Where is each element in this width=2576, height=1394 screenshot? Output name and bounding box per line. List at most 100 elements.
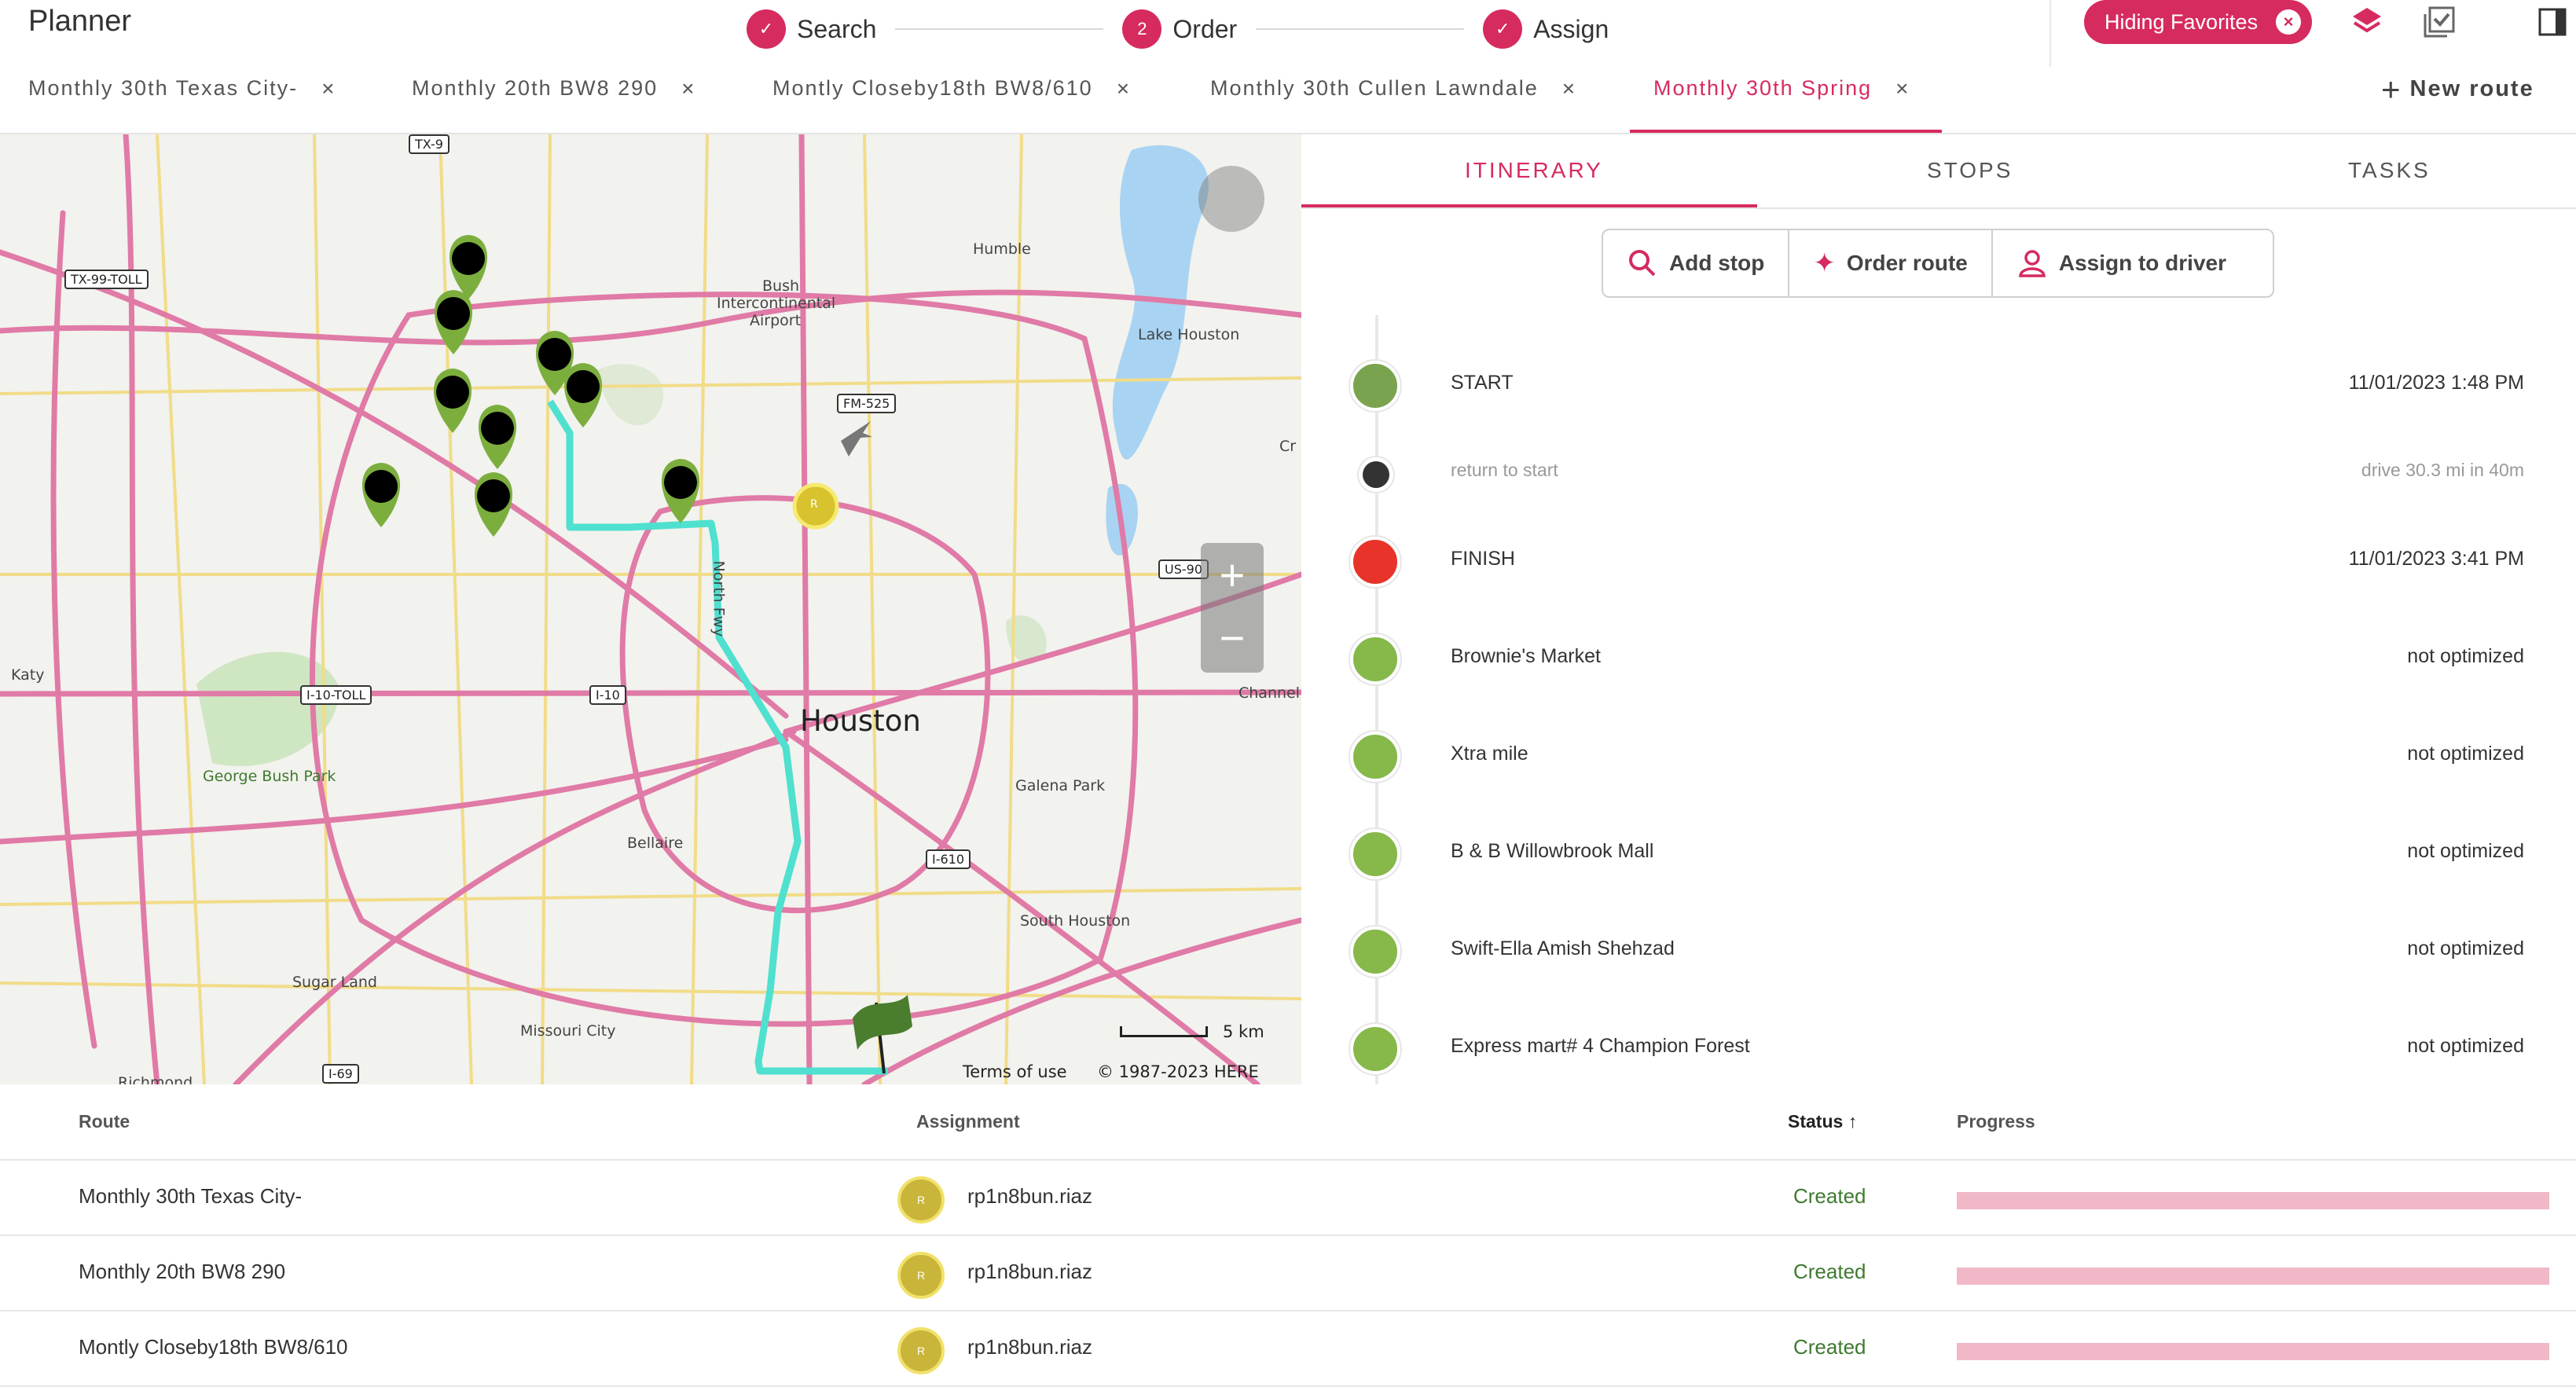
- road-shield: I-610: [926, 849, 971, 869]
- map-pin-icon[interactable]: [433, 369, 472, 433]
- stop-name: B & B Willowbrook Mall: [1451, 840, 1654, 862]
- road-shield: I-10-TOLL: [300, 685, 372, 705]
- step-search[interactable]: ✓ Search: [747, 9, 876, 49]
- stop-time: 11/01/2023 1:48 PM: [2348, 372, 2524, 394]
- close-icon[interactable]: ×: [2276, 9, 2301, 35]
- check-icon: ✓: [1483, 9, 1523, 49]
- map-label: North Fwy: [710, 560, 728, 637]
- close-icon[interactable]: ×: [1895, 76, 1910, 101]
- status-badge: Created: [1793, 1335, 1866, 1359]
- leg-name: return to start: [1451, 460, 1558, 480]
- itinerary-start[interactable]: START 11/01/2023 1:48 PM: [1301, 353, 2576, 416]
- step-order[interactable]: 2 Order: [1122, 9, 1237, 49]
- close-icon[interactable]: ×: [1562, 76, 1576, 101]
- tab-tasks[interactable]: TASKS: [2348, 158, 2431, 183]
- avatar: R: [897, 1252, 945, 1299]
- map-pin-icon[interactable]: [661, 459, 700, 523]
- close-icon[interactable]: ×: [1117, 76, 1131, 101]
- route-tab[interactable]: Monthly 30th Texas City- ×: [28, 76, 336, 133]
- road-shield: I-69: [322, 1064, 359, 1084]
- stop-marker: [1350, 732, 1400, 782]
- step-label: Assign: [1533, 14, 1609, 43]
- map-label: Sugar Land: [292, 974, 377, 991]
- zoom-out-button[interactable]: −: [1201, 606, 1264, 669]
- map-label: Katy: [11, 666, 45, 684]
- driver-marker-initial: R: [810, 498, 818, 511]
- map-label: Bush: [762, 277, 800, 295]
- itinerary-stop[interactable]: Swift-Ella Amish Shehzad not optimized: [1301, 919, 2576, 981]
- layers-icon[interactable]: [2348, 3, 2386, 41]
- tab-stops[interactable]: STOPS: [1927, 158, 2013, 183]
- sparkle-icon: ✦: [1813, 248, 1836, 278]
- map-label: Bellaire: [627, 835, 684, 852]
- map-label: Cr: [1279, 438, 1297, 455]
- active-tab-indicator: [1301, 204, 1757, 207]
- sort-ascending-icon: ↑: [1848, 1111, 1858, 1132]
- stop-status: not optimized: [2407, 840, 2524, 862]
- compass-icon[interactable]: [1198, 166, 1264, 232]
- step-assign[interactable]: ✓ Assign: [1483, 9, 1609, 49]
- stop-status: not optimized: [2407, 937, 2524, 959]
- itinerary-stop[interactable]: Express mart# 4 Champion Forest not opti…: [1301, 1016, 2576, 1079]
- column-header-assignment[interactable]: Assignment: [916, 1111, 1020, 1132]
- map-pin-icon[interactable]: [449, 235, 488, 299]
- column-header-progress[interactable]: Progress: [1957, 1111, 2035, 1132]
- new-route-button[interactable]: + New route: [2381, 72, 2534, 105]
- route-tab-label: Monthly 30th Cullen Lawndale: [1210, 76, 1539, 100]
- checklist-icon[interactable]: [2420, 3, 2458, 41]
- map-pin-icon[interactable]: [474, 472, 513, 537]
- zoom-controls: + −: [1201, 543, 1264, 673]
- route-tab[interactable]: Montly Closeby18th BW8/610 ×: [772, 76, 1131, 133]
- terms-of-use-link[interactable]: Terms of use: [963, 1062, 1067, 1081]
- chip-label: Hiding Favorites: [2104, 9, 2259, 34]
- map-label: Missouri City: [520, 1022, 616, 1040]
- route-map[interactable]: here Houston Humble Bush Intercontinenta…: [0, 134, 1301, 1084]
- map-pin-icon[interactable]: [361, 463, 401, 527]
- itinerary-finish[interactable]: FINISH 11/01/2023 3:41 PM: [1301, 529, 2576, 592]
- person-icon: [2018, 250, 2046, 277]
- panel-tab-bar: ITINERARY STOPS TASKS: [1301, 134, 2576, 209]
- route-tab[interactable]: Monthly 30th Cullen Lawndale ×: [1210, 76, 1576, 133]
- step-connector: [1256, 28, 1465, 30]
- stop-status: not optimized: [2407, 743, 2524, 765]
- route-tab-active[interactable]: Monthly 30th Spring ×: [1630, 76, 1941, 133]
- zoom-in-button[interactable]: +: [1201, 543, 1264, 606]
- map-canvas: here: [0, 134, 1301, 1084]
- assign-driver-button[interactable]: Assign to driver: [1993, 230, 2250, 296]
- itinerary-stop[interactable]: B & B Willowbrook Mall not optimized: [1301, 821, 2576, 884]
- panel-toggle-icon[interactable]: [2534, 3, 2571, 41]
- itinerary-stop[interactable]: Xtra mile not optimized: [1301, 724, 2576, 787]
- add-stop-button[interactable]: Add stop: [1603, 230, 1790, 296]
- routes-table: Route Assignment Status ↑ Progress Month…: [0, 1084, 2576, 1394]
- finish-marker: [1350, 537, 1400, 587]
- assignee-name: rp1n8bun.riaz: [967, 1184, 1092, 1208]
- close-icon[interactable]: ×: [681, 76, 695, 101]
- close-icon[interactable]: ×: [321, 76, 336, 101]
- status-badge: Created: [1793, 1260, 1866, 1283]
- hiding-favorites-chip[interactable]: Hiding Favorites ×: [2084, 0, 2312, 44]
- route-tab[interactable]: Monthly 20th BW8 290 ×: [412, 76, 696, 133]
- step-label: Search: [797, 14, 877, 43]
- map-copyright: © 1987-2023 HERE: [1097, 1062, 1259, 1081]
- table-row-divider: [0, 1385, 2576, 1394]
- table-row[interactable]: Monthly 20th BW8 290 R rp1n8bun.riaz Cre…: [0, 1234, 2576, 1310]
- stop-name: START: [1451, 372, 1514, 394]
- route-name: Monthly 30th Texas City-: [79, 1184, 303, 1208]
- map-pin-icon[interactable]: [478, 405, 517, 469]
- order-route-button[interactable]: ✦ Order route: [1789, 230, 1993, 296]
- map-pin-icon[interactable]: [563, 363, 603, 427]
- tab-itinerary[interactable]: ITINERARY: [1465, 158, 1603, 183]
- itinerary-stop[interactable]: Brownie's Market not optimized: [1301, 626, 2576, 689]
- table-row[interactable]: Monthly 30th Texas City- R rp1n8bun.riaz…: [0, 1159, 2576, 1234]
- itinerary-panel: ITINERARY STOPS TASKS Add stop ✦ Order r…: [1301, 134, 2576, 1085]
- header-actions: Hiding Favorites ×: [2049, 0, 2576, 67]
- map-label: Galena Park: [1015, 777, 1106, 794]
- column-header-route[interactable]: Route: [79, 1111, 130, 1132]
- stop-marker: [1350, 1024, 1400, 1074]
- column-header-status[interactable]: Status ↑: [1788, 1111, 1857, 1132]
- step-connector: [895, 28, 1104, 30]
- stop-status: not optimized: [2407, 1035, 2524, 1057]
- leg-marker: [1363, 461, 1389, 488]
- road-shield: TX-99-TOLL: [64, 270, 149, 289]
- table-row[interactable]: Montly Closeby18th BW8/610 R rp1n8bun.ri…: [0, 1310, 2576, 1385]
